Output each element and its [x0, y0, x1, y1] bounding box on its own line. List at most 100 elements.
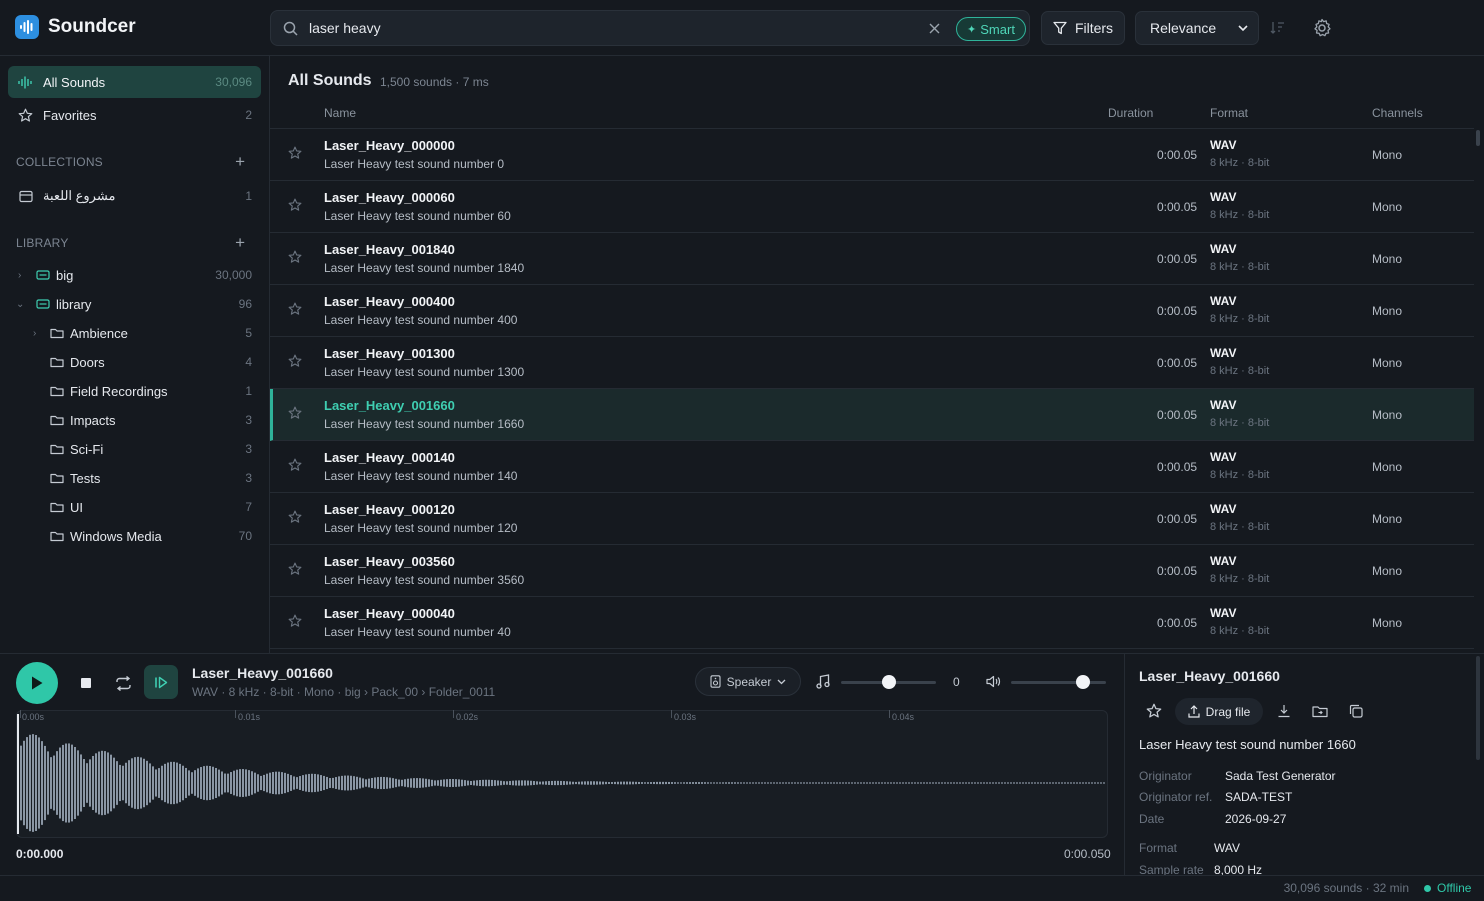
drag-file-button[interactable]: Drag file [1175, 698, 1263, 725]
sound-channels: Mono [1372, 252, 1403, 266]
sound-row[interactable]: Laser_Heavy_001840 Laser Heavy test sound… [270, 233, 1474, 285]
waveform-graphic [20, 734, 1105, 832]
settings-gear-icon[interactable] [1312, 18, 1332, 38]
library-header: LIBRARY [16, 236, 69, 250]
search-icon [283, 21, 298, 36]
sound-channels: Mono [1372, 408, 1403, 422]
time-tick [453, 710, 454, 718]
favorite-star-icon[interactable] [288, 458, 302, 472]
download-icon[interactable] [1277, 704, 1291, 718]
sidebar-item-count: 3 [245, 413, 252, 427]
time-tick-label: 0.04s [892, 712, 915, 722]
column-header-name[interactable]: Name [324, 106, 356, 120]
sound-row[interactable]: Laser_Heavy_000140 Laser Heavy test sound… [270, 441, 1474, 493]
sound-format: WAV [1210, 294, 1237, 308]
sound-row[interactable]: Laser_Heavy_001660 Laser Heavy test sound… [270, 389, 1474, 441]
waveform-view[interactable] [16, 710, 1108, 838]
volume-slider[interactable] [1011, 681, 1106, 684]
favorite-star-icon[interactable] [288, 562, 302, 576]
favorite-star-icon[interactable] [288, 406, 302, 420]
filters-button[interactable]: Filters [1041, 11, 1125, 45]
sidebar-item-library[interactable]: ⌄ library 96 [0, 290, 269, 318]
sidebar-item-doors[interactable]: Doors 4 [0, 348, 269, 376]
sidebar-item-tests[interactable]: Tests 3 [0, 464, 269, 492]
sound-description: Laser Heavy test sound number 120 [324, 521, 518, 535]
play-button[interactable] [16, 662, 58, 704]
sort-select[interactable]: Relevance [1135, 11, 1259, 45]
now-playing-meta: WAV · 8 kHz · 8-bit · Mono · big › Pack_… [192, 685, 496, 699]
sound-row[interactable]: Laser_Heavy_000040 Laser Heavy test sound… [270, 597, 1474, 649]
column-header-channels[interactable]: Channels [1372, 106, 1423, 120]
sound-name: Laser_Heavy_000120 [324, 502, 455, 517]
sound-description: Laser Heavy test sound number 140 [324, 469, 518, 483]
time-tick [235, 710, 236, 718]
sound-name: Laser_Heavy_000040 [324, 606, 455, 621]
playhead[interactable] [17, 714, 19, 834]
folder-icon [50, 502, 64, 513]
sidebar-item-field-recordings[interactable]: Field Recordings 1 [0, 377, 269, 405]
folder-icon [50, 328, 64, 339]
sidebar-item-sci-fi[interactable]: Sci-Fi 3 [0, 435, 269, 463]
autoplay-toggle[interactable] [144, 665, 178, 699]
time-tick-label: 0.03s [674, 712, 697, 722]
favorite-star-icon[interactable] [288, 614, 302, 628]
sound-channels: Mono [1372, 148, 1403, 162]
sound-row[interactable]: Laser_Heavy_000060 Laser Heavy test sound… [270, 181, 1474, 233]
reveal-in-folder-icon[interactable] [1312, 705, 1328, 718]
sidebar-item-impacts[interactable]: Impacts 3 [0, 406, 269, 434]
pitch-slider-knob[interactable] [881, 675, 896, 689]
result-summary: 1,500 sounds · 7 ms [380, 75, 489, 89]
sound-duration: 0:00.05 [1157, 148, 1198, 162]
sidebar-item-count: 96 [238, 297, 252, 311]
details-scrollbar[interactable] [1476, 656, 1480, 760]
sound-description: Laser Heavy test sound number 1840 [324, 261, 525, 275]
sound-row[interactable]: Laser_Heavy_000400 Laser Heavy test sound… [270, 285, 1474, 337]
search-bar[interactable]: ✦ Smart [270, 10, 1030, 46]
sound-spec: 8 kHz · 8-bit [1210, 261, 1270, 273]
add-library-icon[interactable]: + [235, 233, 245, 253]
favorite-star-icon[interactable] [288, 250, 302, 264]
favorite-star-icon[interactable] [288, 354, 302, 368]
folder-icon [50, 415, 64, 426]
clear-search-icon[interactable] [929, 23, 940, 34]
sidebar-item-ui[interactable]: UI 7 [0, 493, 269, 521]
loop-button[interactable] [112, 672, 134, 694]
sidebar-item-big[interactable]: › big 30,000 [0, 261, 269, 289]
stop-button[interactable] [76, 673, 96, 693]
status-dot-icon [1424, 884, 1431, 892]
sidebar-item-windows-media[interactable]: Windows Media 70 [0, 522, 269, 550]
copy-icon[interactable] [1349, 704, 1363, 718]
search-input[interactable] [309, 11, 909, 45]
smart-search-button[interactable]: ✦ Smart [956, 17, 1026, 41]
sidebar-item-all-sounds[interactable]: All Sounds 30,096 [8, 66, 261, 98]
add-collection-icon[interactable]: + [235, 152, 245, 172]
column-header-format[interactable]: Format [1210, 106, 1248, 120]
favorite-star-icon[interactable] [288, 510, 302, 524]
sort-direction-icon[interactable] [1270, 20, 1285, 35]
autoplay-icon [155, 676, 168, 688]
favorite-star-icon[interactable] [1146, 703, 1162, 719]
chevron-right-icon[interactable]: › [33, 328, 36, 339]
sound-list: Laser_Heavy_000000 Laser Heavy test sound… [270, 128, 1474, 650]
chevron-down-icon[interactable]: ⌄ [16, 299, 24, 310]
sound-row[interactable]: Laser_Heavy_000000 Laser Heavy test sound… [270, 129, 1474, 181]
sound-row[interactable]: Laser_Heavy_003560 Laser Heavy test sound… [270, 545, 1474, 597]
metadata-value: 2026-09-27 [1225, 812, 1287, 826]
sound-spec: 8 kHz · 8-bit [1210, 625, 1270, 637]
sound-row[interactable]: Laser_Heavy_000120 Laser Heavy test sound… [270, 493, 1474, 545]
sidebar-item-count: 1 [245, 384, 252, 398]
filter-icon [1053, 21, 1067, 35]
sound-description: Laser Heavy test sound number 1300 [324, 365, 525, 379]
favorite-star-icon[interactable] [288, 302, 302, 316]
favorite-star-icon[interactable] [288, 146, 302, 160]
sidebar-item-favorites[interactable]: Favorites 2 [8, 100, 261, 130]
sidebar-item-collection[interactable]: مشروع اللعبة 1 [8, 182, 261, 210]
chevron-right-icon[interactable]: › [18, 270, 21, 281]
favorite-star-icon[interactable] [288, 198, 302, 212]
column-header-duration[interactable]: Duration [1108, 106, 1153, 120]
sound-row[interactable]: Laser_Heavy_001300 Laser Heavy test sound… [270, 337, 1474, 389]
output-device-select[interactable]: Speaker [695, 667, 801, 696]
sidebar-item-ambience[interactable]: › Ambience 5 [0, 319, 269, 347]
list-scrollbar[interactable] [1476, 130, 1480, 146]
current-time: 0:00.000 [16, 847, 64, 861]
